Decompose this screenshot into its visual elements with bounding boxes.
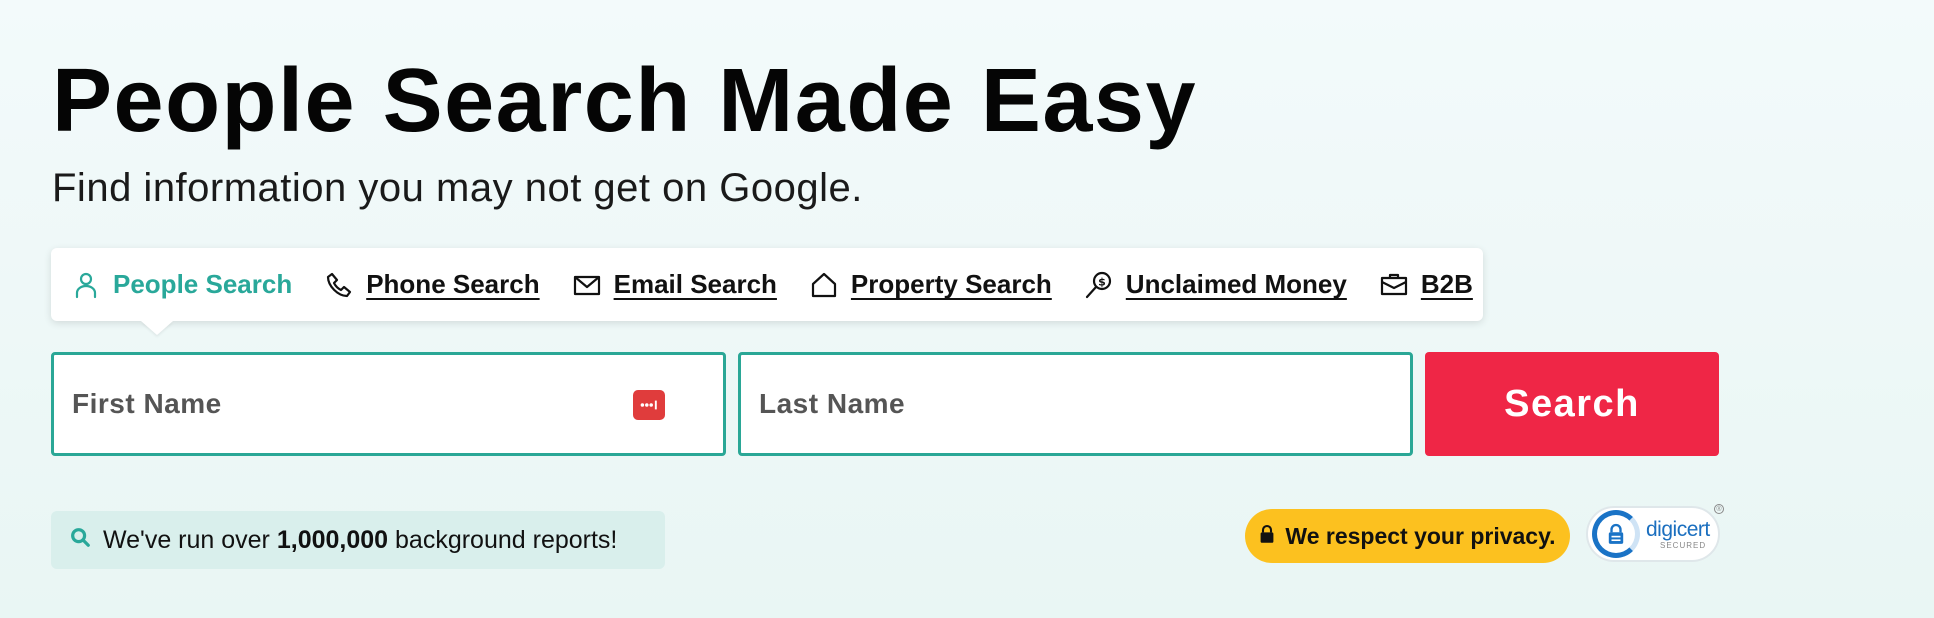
padlock-icon (1592, 510, 1640, 558)
reports-prefix: We've run over (103, 525, 270, 554)
last-name-field (738, 352, 1413, 456)
envelope-icon (572, 270, 602, 300)
tab-label: Email Search (613, 269, 777, 299)
page-title: People Search Made Easy (52, 51, 1198, 151)
privacy-label: We respect your privacy. (1285, 522, 1556, 549)
tab-unclaimed-money[interactable]: $ Unclaimed Money (1068, 265, 1363, 305)
briefcase-icon (1379, 270, 1409, 300)
tab-label: People Search (113, 269, 293, 299)
tab-email-search[interactable]: Email Search (556, 265, 793, 305)
digicert-seal[interactable]: digicert SECURED ® (1586, 504, 1724, 562)
tab-label: B2B (1420, 269, 1473, 299)
tab-b2b[interactable]: B2B (1363, 265, 1489, 305)
first-name-input[interactable] (72, 355, 723, 453)
tab-label: Unclaimed Money (1125, 269, 1347, 299)
password-manager-icon[interactable] (633, 390, 665, 420)
reports-count: 1,000,000 (276, 525, 389, 554)
first-name-field (51, 352, 726, 456)
search-button[interactable]: Search (1425, 352, 1719, 456)
reports-count-badge: We've run over 1,000,000 background repo… (51, 511, 665, 569)
phone-icon (324, 270, 354, 300)
last-name-input[interactable] (759, 355, 1410, 453)
seal-secured: SECURED (1660, 540, 1707, 550)
reports-count-text: We've run over 1,000,000 background repo… (103, 526, 617, 555)
seal-text: digicert SECURED (1646, 519, 1710, 550)
page-subtitle: Find information you may not get on Goog… (52, 166, 863, 210)
reports-suffix: background reports! (395, 525, 618, 554)
seal-brand: digicert (1646, 517, 1710, 541)
privacy-badge[interactable]: We respect your privacy. (1245, 509, 1570, 563)
tab-property-search[interactable]: Property Search (793, 265, 1068, 305)
tab-label: Phone Search (366, 269, 540, 299)
svg-text:$: $ (1098, 275, 1106, 288)
search-icon (69, 526, 91, 555)
person-icon (71, 270, 101, 300)
house-icon (809, 270, 839, 300)
magnifier-dollar-icon: $ (1084, 270, 1114, 300)
registered-mark: ® (1714, 504, 1724, 514)
tab-phone-search[interactable]: Phone Search (308, 265, 555, 305)
tab-people-search[interactable]: People Search (71, 265, 308, 305)
tab-label: Property Search (850, 269, 1052, 299)
lock-icon (1259, 523, 1275, 550)
search-type-tabs: People Search Phone Search Email Search … (51, 248, 1483, 321)
